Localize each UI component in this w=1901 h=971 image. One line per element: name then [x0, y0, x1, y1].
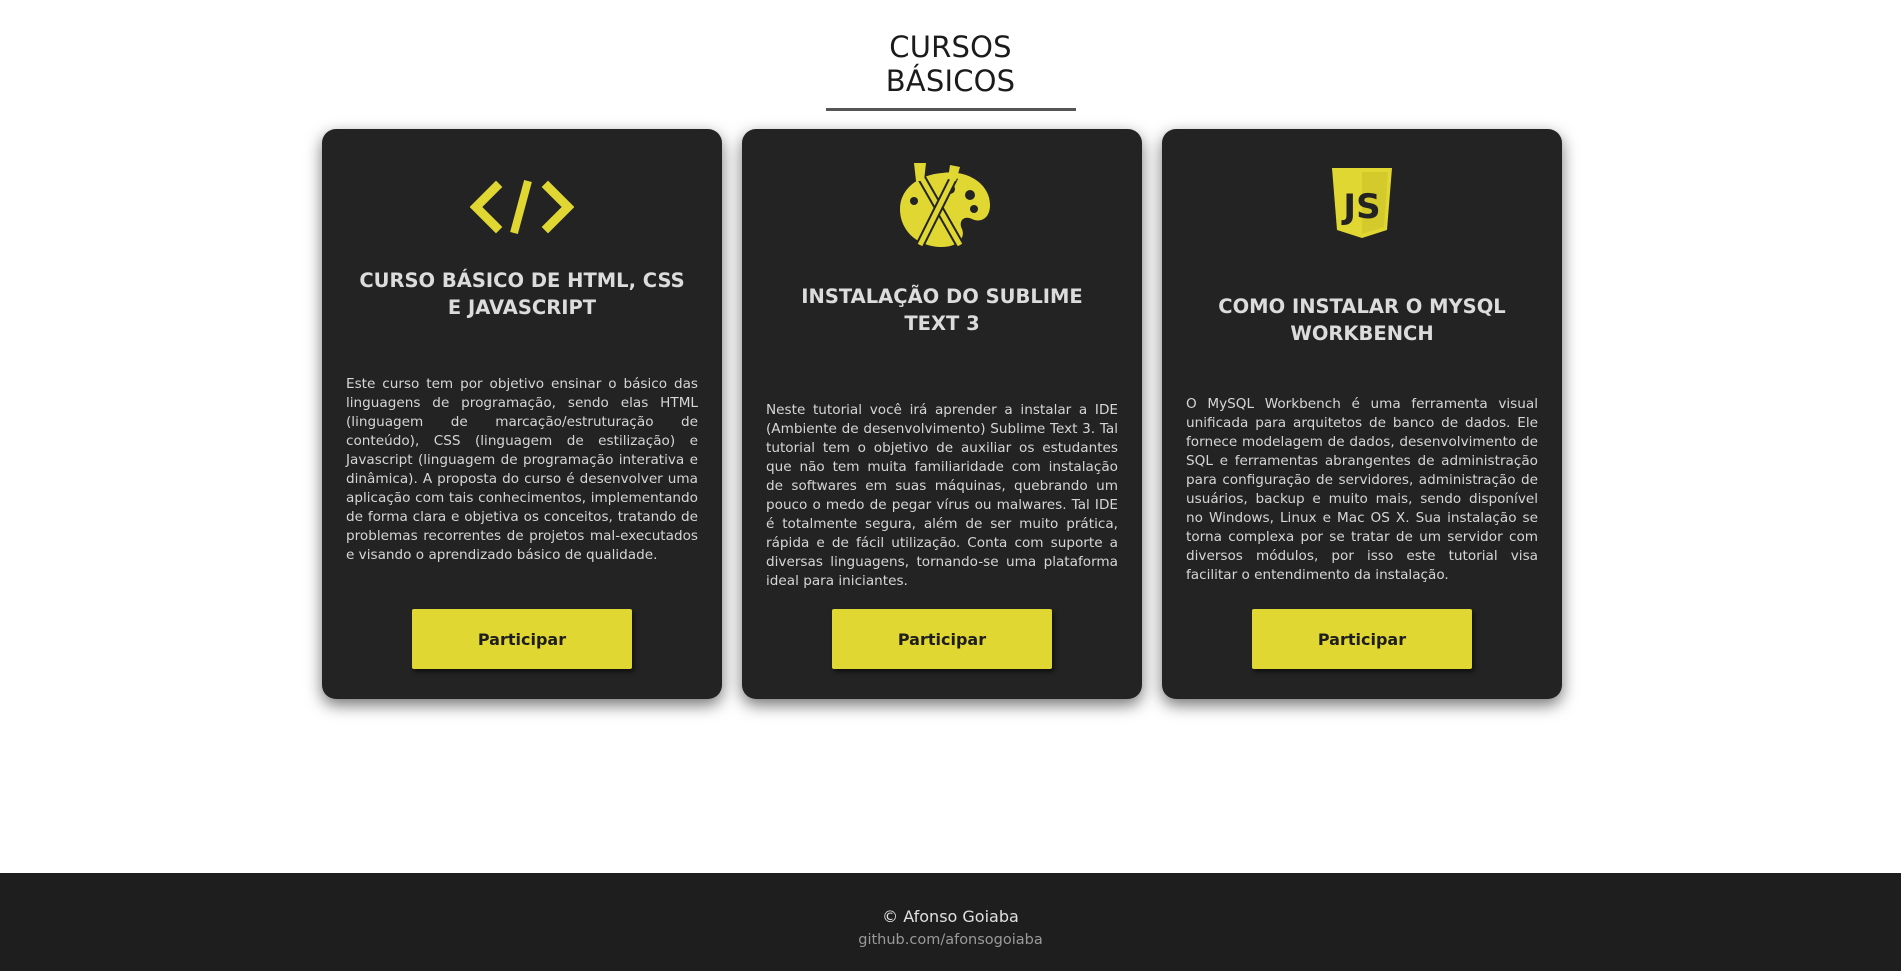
section-header: CURSOS BÁSICOS [0, 30, 1901, 111]
card-description: Este curso tem por objetivo ensinar o bá… [346, 376, 698, 563]
javascript-shield-icon: JS [1330, 155, 1394, 251]
course-card-mysql: JS COMO INSTALAR O MYSQL WORKBENCH O MyS… [1162, 129, 1562, 699]
participate-button[interactable]: Participar [412, 609, 632, 669]
card-description: O MySQL Workbench é uma ferramenta visua… [1186, 396, 1538, 583]
footer-copyright: © Afonso Goiaba [882, 907, 1019, 926]
card-description: Neste tutorial você irá aprender a insta… [766, 402, 1118, 589]
card-title: CURSO BÁSICO DE HTML, CSS E JAVASCRIPT [359, 269, 685, 319]
js-icon-label: JS [1341, 187, 1380, 227]
card-title: INSTALAÇÃO DO SUBLIME TEXT 3 [801, 285, 1083, 335]
palette-brush-icon [890, 159, 994, 255]
course-card-html: CURSO BÁSICO DE HTML, CSS E JAVASCRIPT E… [322, 129, 722, 699]
course-cards: CURSO BÁSICO DE HTML, CSS E JAVASCRIPT E… [322, 129, 1562, 699]
section-title: CURSOS BÁSICOS [825, 30, 1076, 111]
code-icon [470, 159, 574, 255]
footer: © Afonso Goiaba github.com/afonsogoiaba [0, 873, 1901, 971]
course-card-sublime: INSTALAÇÃO DO SUBLIME TEXT 3 Neste tutor… [742, 129, 1142, 699]
participate-button[interactable]: Participar [832, 609, 1052, 669]
participate-button[interactable]: Participar [1252, 609, 1472, 669]
footer-github-link[interactable]: github.com/afonsogoiaba [858, 932, 1043, 948]
card-title: COMO INSTALAR O MYSQL WORKBENCH [1218, 295, 1506, 345]
